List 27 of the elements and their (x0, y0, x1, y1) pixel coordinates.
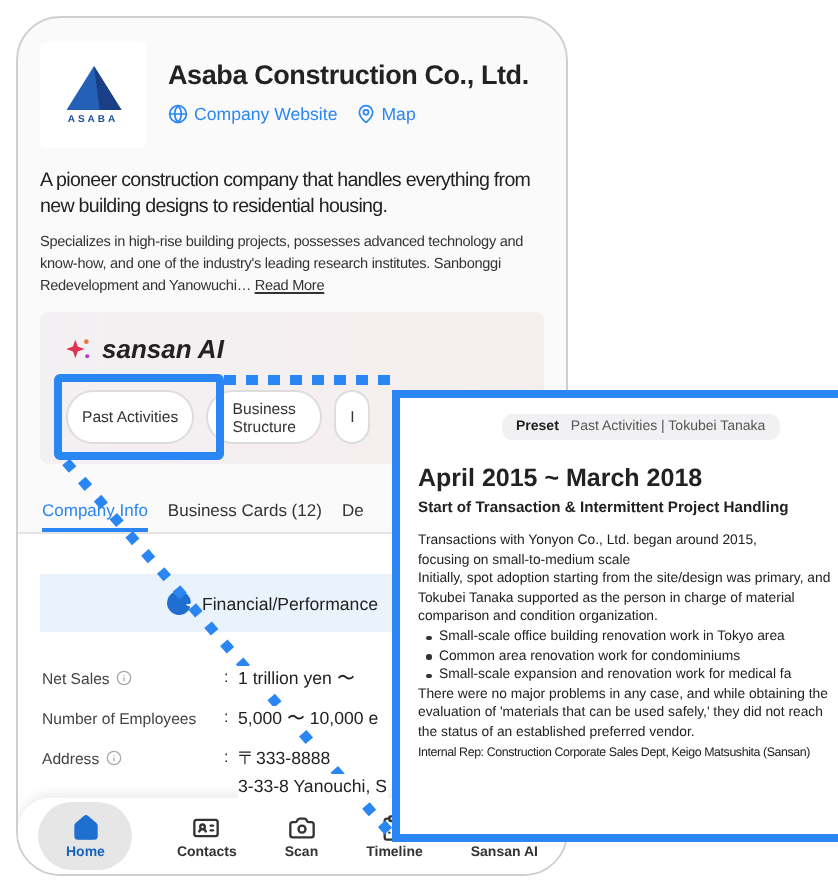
bullet-icon (426, 635, 431, 641)
globe-icon (168, 104, 188, 124)
company-link[interactable]: Company Website (168, 104, 338, 124)
field-value: 5,000 〜 10,000 e (238, 706, 379, 730)
period-title: April 2015 ~ March 2018 (418, 464, 705, 492)
ai-title: sansan AI (102, 333, 224, 363)
sparkle-icon (66, 337, 92, 359)
bullet-icon (426, 673, 431, 679)
camera-icon (287, 813, 316, 841)
field-separator: : (224, 666, 231, 690)
map-pin-icon (355, 104, 376, 124)
field-separator: : (224, 746, 231, 770)
field-value: 〒333-8888 (238, 746, 331, 770)
field-separator: : (224, 706, 231, 730)
tab[interactable]: De (341, 492, 364, 532)
field-value: 3-33-8 Yanouchi, S (238, 774, 387, 798)
home-icon (71, 813, 100, 841)
contact-card-icon (192, 813, 221, 841)
company-headline: A pioneer construction company that handles everything from new building designs to residential housing. (40, 168, 533, 220)
triangle-logo-icon (65, 65, 121, 109)
pie-chart-icon (165, 590, 192, 616)
tab[interactable]: Business Cards (12) (167, 492, 322, 532)
company-link[interactable]: Map (355, 104, 416, 124)
company-name: Asaba Construction Co., Ltd. (168, 60, 529, 90)
field-value: 1 trillion yen 〜 (238, 666, 355, 690)
bullet-icon (426, 654, 431, 660)
section-title: Financial/Performance (201, 593, 378, 613)
